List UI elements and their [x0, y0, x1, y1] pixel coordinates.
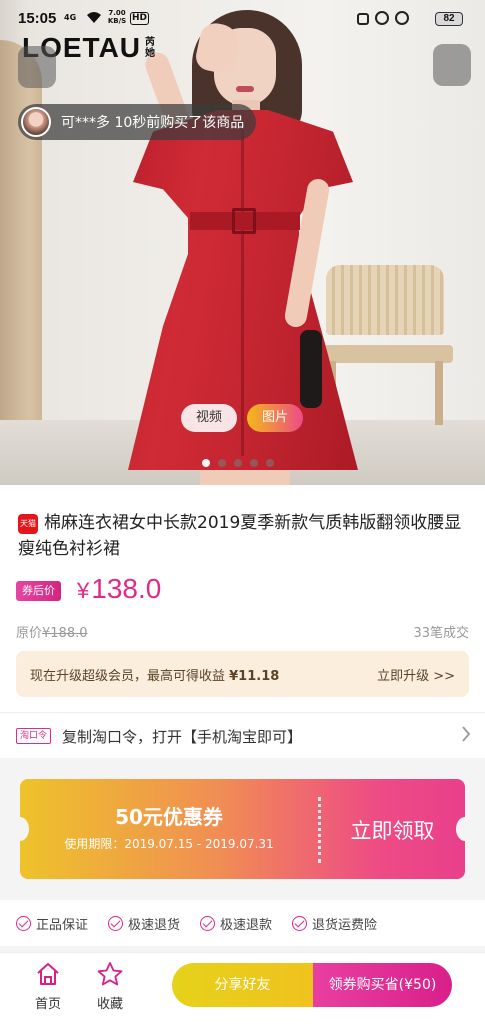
product-title: 天猫 棉麻连衣裙女中长款2019夏季新款气质韩版翻领收腰显瘦纯色衬衫裙: [18, 510, 473, 562]
more-button[interactable]: [433, 44, 471, 86]
home-icon: [18, 961, 78, 991]
belt-buckle: [232, 208, 256, 234]
claim-coupon-button[interactable]: 立即领取: [320, 815, 465, 845]
tab-picture[interactable]: 图片: [247, 404, 303, 432]
check-circle-icon: [292, 915, 308, 931]
upgrade-banner[interactable]: 现在升级超级会员，最高可得收益 ¥11.18 立即升级 >>: [16, 651, 469, 697]
coupon-amount: 50元优惠券: [115, 805, 223, 829]
check-circle-icon: [108, 915, 124, 931]
network-indicator: 4G: [64, 13, 77, 22]
star-icon: [80, 961, 140, 991]
guarantee-item: 正品保证: [16, 914, 88, 933]
sold-count: 33笔成交: [413, 626, 469, 641]
status-bar: 15:05 4G 7.00 KB/S HD 82: [0, 0, 485, 36]
guarantee-label: 极速退款: [220, 917, 273, 933]
tao-code-text: 复制淘口令，打开【手机淘宝即可】: [62, 728, 303, 746]
hd-badge: HD: [130, 12, 150, 25]
bottom-bar: 首页 收藏 分享好友 领券购买省(¥50): [0, 952, 485, 1024]
buy-with-coupon-button[interactable]: 领券购买省(¥50): [313, 963, 452, 1007]
carousel-indicator: [202, 459, 274, 467]
product-info: 天猫 棉麻连衣裙女中长款2019夏季新款气质韩版翻领收腰显瘦纯色衬衫裙 券后价 ¥…: [0, 485, 485, 712]
status-time: 15:05: [18, 10, 57, 27]
carousel-dot[interactable]: [250, 459, 258, 467]
tao-code-tag: 淘口令: [16, 728, 52, 744]
battery-indicator: 82: [435, 12, 463, 26]
nav-home[interactable]: 首页: [18, 961, 78, 1012]
tmall-badge-icon: 天猫: [18, 514, 38, 534]
avatar: [21, 107, 51, 137]
carousel-dot[interactable]: [266, 459, 274, 467]
guarantee-row: 正品保证 极速退货 极速退款 退货运费险: [0, 900, 485, 946]
upgrade-link[interactable]: 立即升级 >>: [377, 665, 455, 684]
chevron-right-icon: [461, 725, 471, 748]
wifi-icon: [86, 10, 102, 28]
original-price: 原价¥188.0: [16, 626, 88, 641]
product-image-carousel[interactable]: [0, 0, 485, 485]
coupon-price-tag: 券后价: [16, 581, 61, 601]
price: ¥138.0: [77, 573, 162, 604]
coupon-period: 使用期限：2019.07.15 - 2019.07.31: [64, 837, 274, 851]
headphones-icon: [395, 11, 409, 25]
guarantee-item: 极速退款: [200, 914, 272, 933]
network-speed: 7.00 KB/S: [107, 9, 127, 25]
upgrade-text: 现在升级超级会员，最高可得收益: [30, 669, 230, 684]
carousel-dot[interactable]: [202, 459, 210, 467]
guarantee-label: 极速退货: [128, 917, 181, 933]
coupon-card[interactable]: 50元优惠券 使用期限：2019.07.15 - 2019.07.31 立即领取: [20, 779, 465, 879]
brand-sub: 芮她: [145, 37, 156, 59]
tao-code-row[interactable]: 淘口令 复制淘口令，打开【手机淘宝即可】: [0, 712, 485, 758]
nav-favorite-label: 收藏: [96, 997, 123, 1012]
nav-favorite[interactable]: 收藏: [80, 961, 140, 1012]
back-button[interactable]: [18, 46, 56, 88]
alarm-icon: [375, 11, 389, 25]
ticker-text: 可***多 10秒前购买了该商品: [61, 115, 245, 131]
handbag: [300, 330, 322, 408]
nav-home-label: 首页: [34, 997, 61, 1012]
guarantee-label: 正品保证: [36, 917, 89, 933]
upgrade-amount: ¥11.18: [229, 669, 280, 684]
lock-icon: [357, 13, 369, 25]
carousel-dot[interactable]: [218, 459, 226, 467]
guarantee-label: 退货运费险: [312, 917, 378, 933]
product-title-text: 棉麻连衣裙女中长款2019夏季新款气质韩版翻领收腰显瘦纯色衬衫裙: [18, 513, 462, 559]
check-circle-icon: [16, 915, 31, 931]
check-circle-icon: [200, 915, 216, 931]
guarantee-item: 退货运费险: [292, 914, 377, 933]
share-button[interactable]: 分享好友: [172, 963, 313, 1007]
carousel-dot[interactable]: [234, 459, 242, 467]
guarantee-item: 极速退货: [108, 914, 180, 933]
purchase-ticker: 可***多 10秒前购买了该商品: [18, 104, 256, 140]
tab-video[interactable]: 视频: [181, 404, 237, 432]
